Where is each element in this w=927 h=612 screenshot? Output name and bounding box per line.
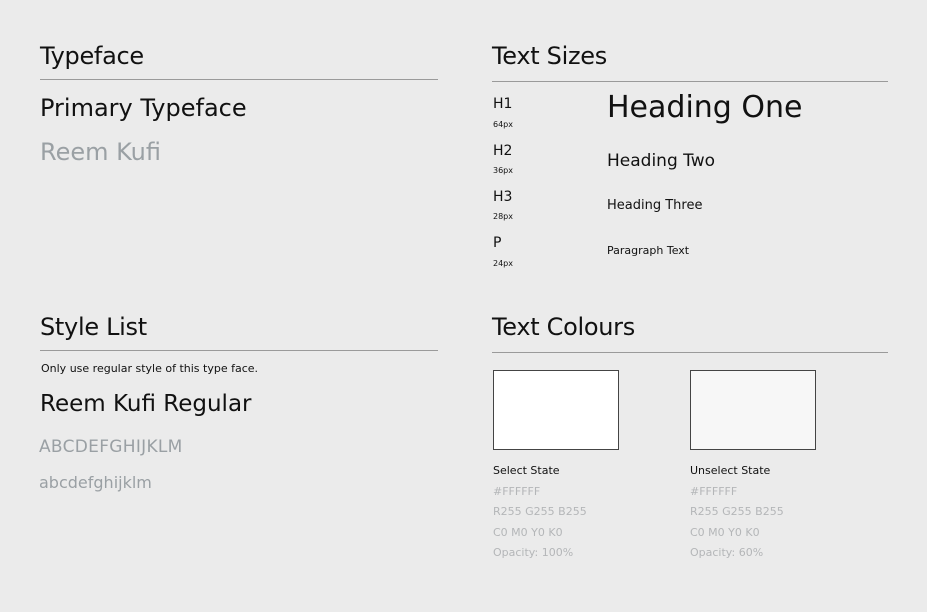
swatch-state-label: Unselect State (690, 464, 771, 477)
swatch-rgb: R255 G255 B255 (690, 505, 784, 518)
swatch-cmyk: C0 M0 Y0 K0 (690, 525, 760, 539)
text-sizes-section-title: Text Sizes (492, 42, 607, 70)
primary-typeface-label: Primary Typeface (40, 94, 247, 122)
text-colours-section-title: Text Colours (492, 313, 635, 341)
text-colours-divider (492, 352, 888, 353)
style-list-divider (40, 350, 438, 351)
lowercase-sample: abcdefghijklm (39, 473, 152, 492)
size-tag-h3: H3 (493, 189, 513, 205)
primary-font-name: Reem Kufi (40, 138, 162, 166)
uppercase-sample: ABCDEFGHIJKLM (39, 437, 183, 457)
swatch-opacity: Opacity: 60% (690, 546, 764, 559)
swatch-cmyk: C0 M0 Y0 K0 (493, 525, 563, 539)
size-tag-p: P (493, 235, 502, 251)
size-value-h2: 36px (493, 166, 513, 175)
swatch-hex: #FFFFFF (690, 484, 738, 498)
heading-two-sample: Heading Two (607, 151, 716, 171)
swatch-opacity: Opacity: 100% (493, 546, 574, 559)
size-value-h1: 64px (493, 120, 513, 129)
text-sizes-divider (492, 81, 888, 82)
style-list-section-title: Style List (40, 313, 147, 341)
typeface-divider (40, 79, 438, 80)
size-value-h3: 28px (493, 212, 513, 221)
typeface-section-title: Typeface (40, 42, 144, 70)
size-value-p: 24px (493, 259, 513, 268)
swatch-hex: #FFFFFF (493, 484, 541, 498)
style-usage-note: Only use regular style of this type face… (41, 362, 259, 375)
paragraph-sample: Paragraph Text (607, 244, 690, 257)
unselect-state-info: Unselect State #FFFFFF R255 G255 B255 C0… (690, 461, 784, 564)
style-name: Reem Kufi Regular (40, 391, 252, 417)
swatch-rgb: R255 G255 B255 (493, 505, 587, 518)
select-state-swatch (493, 370, 619, 450)
heading-one-sample: Heading One (607, 90, 803, 125)
size-tag-h2: H2 (493, 143, 513, 159)
heading-three-sample: Heading Three (607, 198, 703, 213)
unselect-state-swatch (690, 370, 816, 450)
size-tag-h1: H1 (493, 96, 513, 112)
select-state-info: Select State #FFFFFF R255 G255 B255 C0 M… (493, 461, 587, 564)
swatch-state-label: Select State (493, 464, 560, 477)
